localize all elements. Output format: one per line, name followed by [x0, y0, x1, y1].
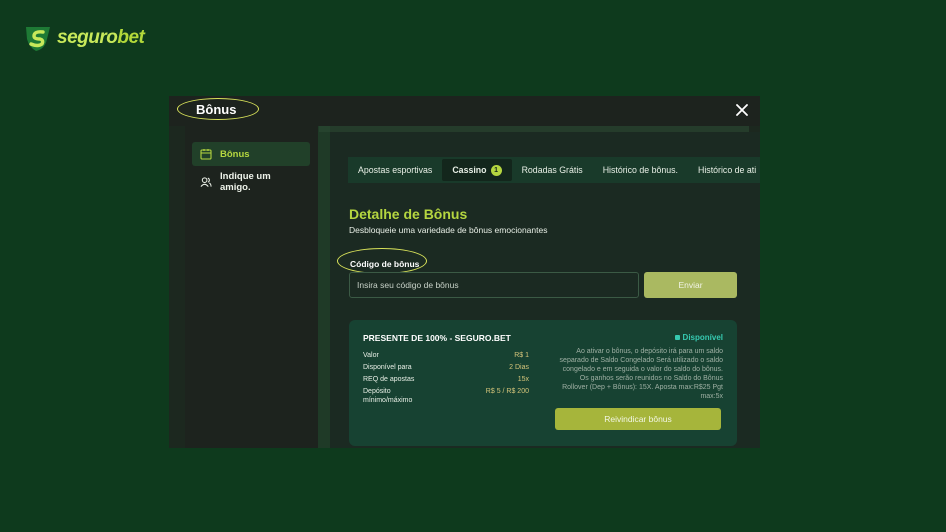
tab-activity-history[interactable]: Histórico de ati: [688, 159, 760, 181]
tab-free-spins[interactable]: Rodadas Grátis: [512, 159, 593, 181]
detail-row: Valor R$ 1: [363, 352, 529, 359]
bonus-description: Ao ativar o bônus, o depósito irá para u…: [559, 348, 723, 400]
bonus-modal: Bônus Bônus Indique um amigo. Apostas es…: [169, 96, 760, 448]
close-button[interactable]: [732, 100, 752, 120]
claim-bonus-button[interactable]: Reivindicar bônus: [555, 408, 721, 430]
sidebar-item-bonus[interactable]: Bônus: [192, 142, 310, 166]
page-subtitle: Desbloqueie uma variedade de bônus emoci…: [349, 225, 548, 235]
logo-text: segurobet: [57, 27, 145, 48]
modal-header: Bônus: [169, 96, 760, 126]
users-icon: [200, 176, 212, 188]
bonus-content: Apostas esportivas Cassino 1 Rodadas Grát…: [330, 132, 760, 448]
sidebar-item-label: Indique um amigo.: [220, 171, 271, 193]
detail-row: Depósito mínimo/máximo R$ 5 / R$ 200: [363, 388, 529, 404]
sidebar-item-refer-friend[interactable]: Indique um amigo.: [192, 170, 310, 194]
bonus-details: Valor R$ 1 Disponível para 2 Dias REQ de a…: [363, 351, 529, 408]
gift-calendar-icon: [200, 148, 212, 160]
sidebar-item-label: Bônus: [220, 148, 250, 160]
bonus-card-title: PRESENTE DE 100% - SEGURO.BET: [363, 333, 511, 343]
modal-title: Bônus: [196, 102, 237, 117]
close-icon: [736, 104, 748, 116]
tab-casino[interactable]: Cassino 1: [442, 159, 512, 181]
sidebar: Bônus Indique um amigo.: [185, 126, 318, 448]
bonus-tabs: Apostas esportivas Cassino 1 Rodadas Grát…: [348, 157, 760, 183]
detail-row: Disponível para 2 Dias: [363, 364, 529, 371]
bonus-code-label: Código de bônus: [350, 259, 420, 269]
bonus-code-input[interactable]: [349, 272, 639, 298]
send-button[interactable]: Enviar: [644, 272, 737, 298]
page-title: Detalhe de Bônus: [349, 206, 468, 222]
brand-logo[interactable]: segurobet: [23, 23, 145, 53]
status-badge: Disponível: [674, 333, 723, 342]
backdrop-strip: [318, 126, 330, 448]
tab-bonus-history[interactable]: Histórico de bônus.: [593, 159, 688, 181]
tab-sports-bets[interactable]: Apostas esportivas: [348, 159, 442, 181]
logo-shield-icon: [26, 27, 50, 51]
detail-row: REQ de apostas 15x: [363, 376, 529, 383]
bonus-card: PRESENTE DE 100% - SEGURO.BET Disponível…: [349, 320, 737, 446]
count-badge: 1: [490, 164, 502, 176]
status-dot-icon: [674, 335, 680, 340]
